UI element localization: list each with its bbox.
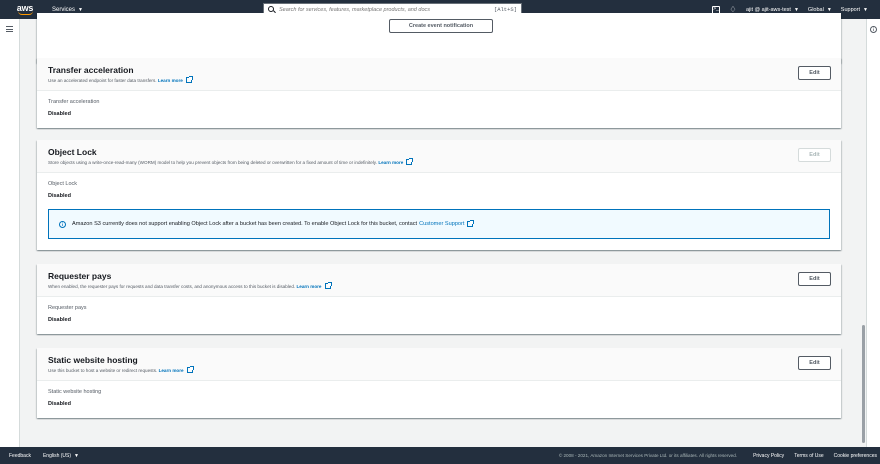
learn-more-link[interactable]: Learn more	[296, 284, 321, 289]
scrollbar-thumb[interactable]	[862, 325, 865, 443]
external-link-icon	[185, 76, 193, 83]
services-label: Services	[52, 6, 76, 13]
create-event-notification-button[interactable]: Create event notification	[389, 19, 493, 33]
info-icon[interactable]: i	[870, 26, 877, 33]
caret-down-icon: ▼	[863, 6, 868, 13]
description-text: Use an accelerated endpoint for faster d…	[48, 78, 157, 83]
caret-down-icon: ▼	[74, 452, 79, 459]
aws-smile-icon	[17, 11, 33, 15]
panel-title: Transfer acceleration	[48, 65, 134, 75]
panel-body: Transfer acceleration Disabled	[37, 91, 841, 127]
region-label: Global	[807, 6, 824, 13]
menu-hamburger-icon[interactable]	[6, 26, 13, 32]
panel-description: When enabled, the requester pays for req…	[48, 282, 830, 290]
static-website-hosting-panel: Static website hosting Use this bucket t…	[37, 348, 841, 418]
customer-support-link[interactable]: Customer Support	[419, 221, 464, 227]
info-alert: i Amazon S3 currently does not support e…	[48, 209, 830, 239]
footer-right-group: © 2008 - 2021, Amazon Internet Services …	[559, 453, 880, 459]
feedback-link[interactable]: Feedback	[9, 453, 31, 459]
learn-more-link[interactable]: Learn more	[159, 368, 184, 373]
edit-button[interactable]: Edit	[798, 272, 831, 286]
help-panel-rail: i	[866, 19, 880, 447]
field-label: Object Lock	[48, 181, 78, 187]
field-value: Disabled	[48, 111, 71, 117]
caret-down-icon: ▼	[78, 6, 83, 13]
footer-left-group: Feedback English (US) ▼	[0, 453, 79, 459]
panel-header: Requester pays When enabled, the request…	[37, 264, 841, 297]
account-menu[interactable]: ajit @ ajit-aws-test ▼	[746, 7, 799, 13]
caret-down-icon: ▼	[793, 6, 799, 13]
language-selector[interactable]: English (US) ▼	[43, 453, 79, 459]
search-shortcut-hint: [Alt+S]	[493, 6, 517, 13]
edit-button-disabled: Edit	[798, 148, 831, 162]
info-icon: i	[59, 220, 66, 228]
field-value: Disabled	[48, 317, 71, 323]
panel-header: Object Lock Store objects using a write-…	[37, 140, 841, 173]
panel-header: Static website hosting Use this bucket t…	[37, 348, 841, 381]
support-label: Support	[840, 6, 861, 13]
search-icon	[268, 6, 275, 13]
footer-bar: Feedback English (US) ▼ © 2008 - 2021, A…	[0, 447, 880, 464]
external-link-icon	[406, 158, 414, 165]
side-navigation	[0, 19, 20, 447]
object-lock-panel: Object Lock Store objects using a write-…	[37, 140, 841, 250]
panel-body: Static website hosting Disabled	[37, 381, 841, 417]
field-value: Disabled	[48, 401, 71, 407]
panel-header: Transfer acceleration Use an accelerated…	[37, 58, 841, 91]
description-text: When enabled, the requester pays for req…	[48, 284, 296, 289]
edit-button[interactable]: Edit	[798, 356, 831, 370]
panel-description: Use an accelerated endpoint for faster d…	[48, 76, 830, 84]
field-label: Static website hosting	[48, 389, 102, 395]
panel-title: Requester pays	[48, 271, 112, 281]
learn-more-link[interactable]: Learn more	[378, 160, 403, 165]
support-menu[interactable]: Support ▼	[841, 7, 868, 13]
learn-more-link[interactable]: Learn more	[158, 78, 183, 83]
field-label: Requester pays	[48, 305, 87, 311]
edit-button[interactable]: Edit	[798, 66, 831, 80]
account-label: ajit @ ajit-aws-test	[745, 6, 791, 13]
alert-text: Amazon S3 currently does not support ena…	[72, 221, 418, 227]
caret-down-icon: ▼	[826, 6, 832, 13]
services-menu[interactable]: Services ▼	[52, 7, 83, 13]
language-label: English (US)	[42, 452, 72, 459]
panel-description: Use this bucket to host a website or red…	[48, 366, 830, 374]
panel-body: Object Lock Disabled i Amazon S3 current…	[37, 173, 841, 248]
transfer-acceleration-panel: Transfer acceleration Use an accelerated…	[37, 58, 841, 128]
event-notifications-panel: Create event notification	[37, 13, 841, 63]
panel-title: Object Lock	[48, 147, 97, 157]
copyright-text: © 2008 - 2021, Amazon Internet Services …	[558, 453, 738, 458]
panel-description: Store objects using a write-once-read-ma…	[48, 158, 830, 166]
search-input[interactable]	[279, 6, 494, 13]
panel-title: Static website hosting	[48, 355, 138, 365]
requester-pays-panel: Requester pays When enabled, the request…	[37, 264, 841, 334]
terms-of-use-link[interactable]: Terms of Use	[794, 453, 823, 459]
field-label: Transfer acceleration	[48, 99, 100, 105]
panel-body: Requester pays Disabled	[37, 297, 841, 333]
external-link-icon	[467, 220, 475, 227]
external-link-icon	[324, 282, 332, 289]
external-link-icon	[186, 366, 194, 373]
privacy-policy-link[interactable]: Privacy Policy	[753, 453, 784, 459]
field-value: Disabled	[48, 193, 71, 199]
description-text: Store objects using a write-once-read-ma…	[48, 160, 378, 165]
cookie-preferences-link[interactable]: Cookie preferences	[834, 453, 877, 459]
description-text: Use this bucket to host a website or red…	[48, 368, 158, 373]
region-menu[interactable]: Global ▼	[808, 7, 832, 13]
